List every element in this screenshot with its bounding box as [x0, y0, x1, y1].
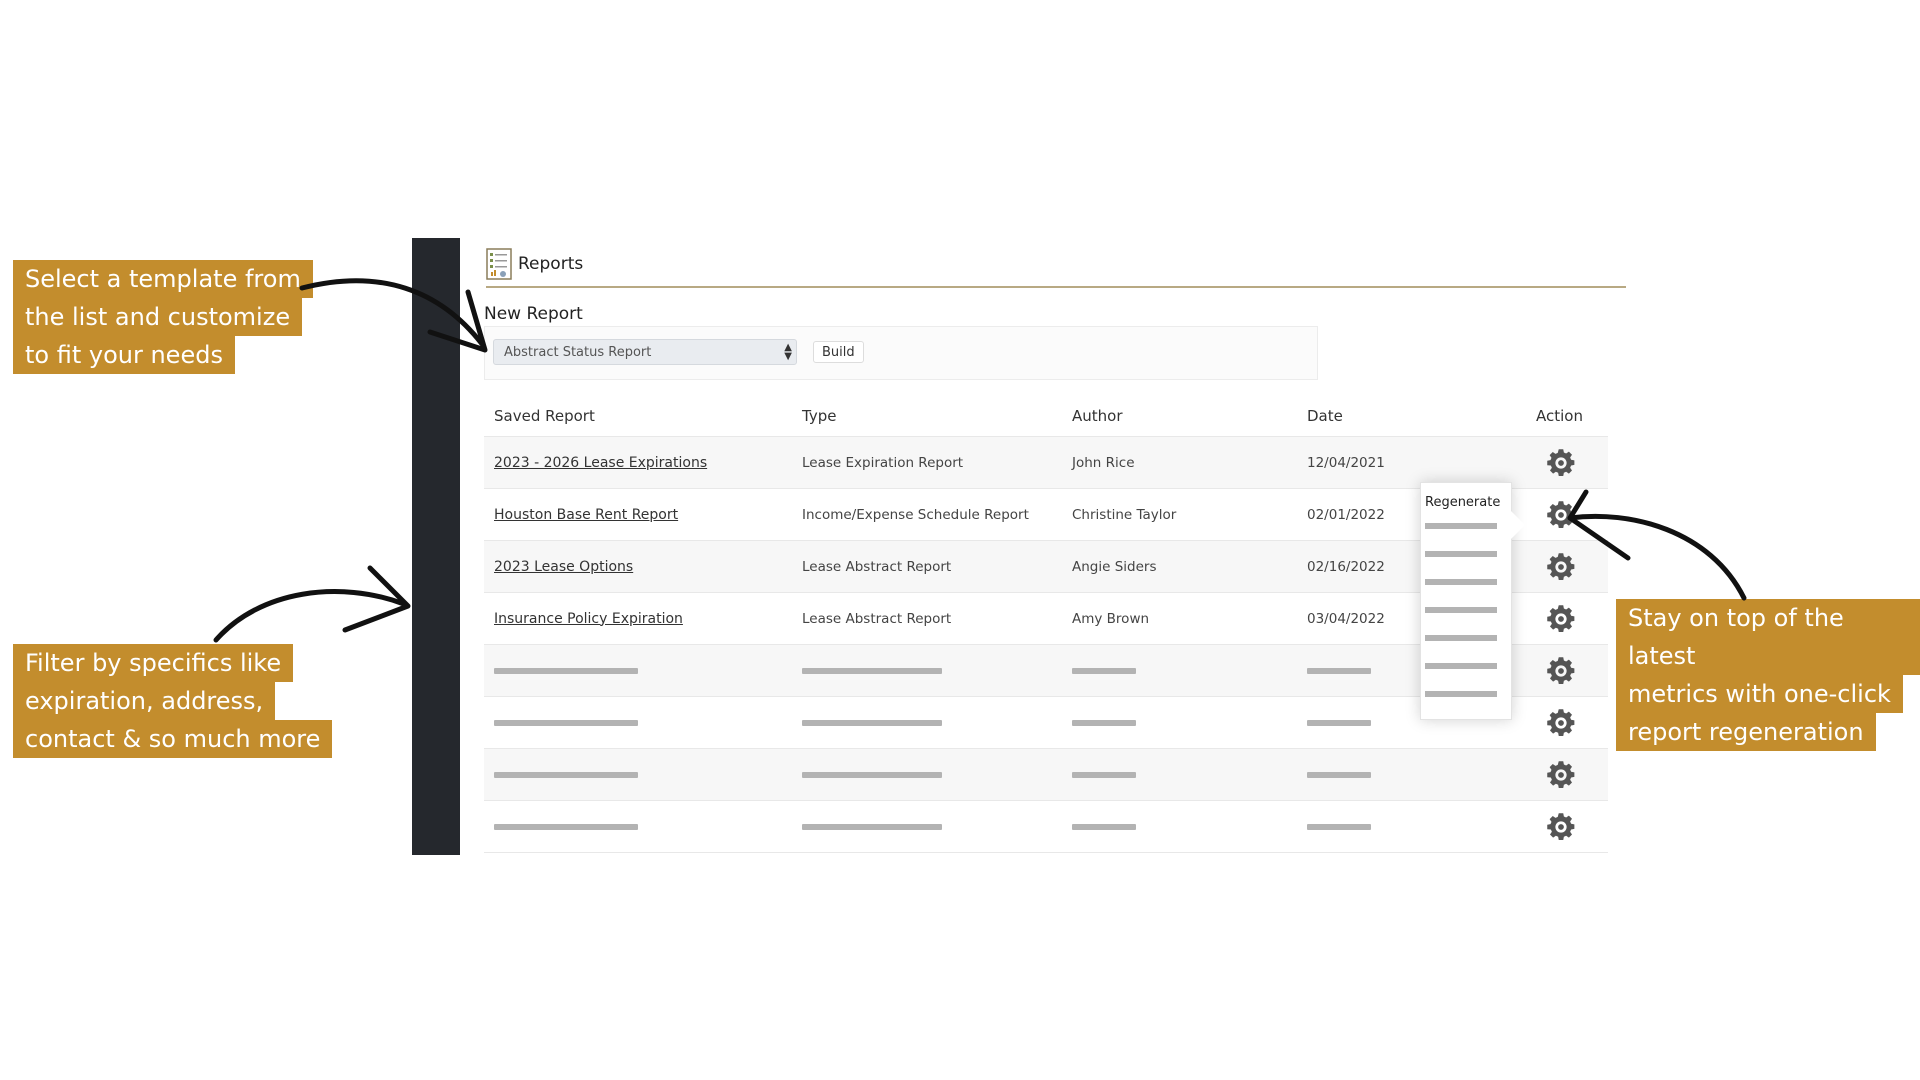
placeholder-bar [1307, 719, 1371, 726]
gear-icon[interactable] [1546, 448, 1576, 478]
report-name-link[interactable]: 2023 Lease Options [494, 559, 633, 575]
menu-item-placeholder[interactable] [1425, 691, 1497, 697]
report-type: Income/Expense Schedule Report [802, 506, 1029, 523]
callout-line: Select a template from [13, 260, 313, 298]
placeholder-bar [1072, 823, 1136, 830]
report-author: John Rice [1072, 454, 1135, 471]
callout-line: the list and customize [13, 298, 303, 336]
placeholder-bar [1307, 823, 1371, 830]
placeholder-bar [802, 719, 942, 726]
gear-icon[interactable] [1546, 760, 1576, 790]
callout-line: metrics with one-click [1616, 675, 1903, 713]
placeholder-bar [494, 823, 638, 830]
placeholder-bar [802, 667, 942, 674]
select-arrows-icon: ▲ ▼ [784, 342, 792, 362]
action-menu-popup: Regenerate [1420, 482, 1525, 720]
gear-icon[interactable] [1546, 812, 1576, 842]
report-name-link[interactable]: 2023 - 2026 Lease Expirations [494, 455, 707, 471]
placeholder-bar [494, 771, 638, 778]
callout-template: Select a template from the list and cust… [13, 260, 313, 374]
menu-item-placeholder[interactable] [1425, 663, 1497, 669]
callout-line: Filter by specifics like [13, 644, 294, 682]
placeholder-bar [1072, 667, 1136, 674]
placeholder-bar [1072, 771, 1136, 778]
report-type: Lease Expiration Report [802, 454, 964, 471]
regenerate-menu-item[interactable]: Regenerate [1425, 495, 1500, 510]
callout-line: report regeneration [1616, 713, 1876, 751]
report-type: Lease Abstract Report [802, 558, 952, 575]
callout-line: Stay on top of the latest [1616, 599, 1920, 675]
placeholder-row [484, 801, 1608, 853]
build-button[interactable]: Build [813, 341, 864, 363]
report-author: Christine Taylor [1072, 506, 1177, 523]
page-title: Reports [518, 254, 584, 274]
marketing-screenshot: Reports New Report Abstract Status Repor… [0, 0, 1920, 1080]
gear-icon[interactable] [1546, 604, 1576, 634]
report-name-link[interactable]: Insurance Policy Expiration [494, 611, 683, 627]
placeholder-bar [494, 719, 638, 726]
report-date: 02/16/2022 [1307, 558, 1385, 575]
header-divider [486, 286, 1626, 288]
callout-line: to fit your needs [13, 336, 235, 374]
callout-filter: Filter by specifics like expiration, add… [13, 644, 333, 758]
report-date: 02/01/2022 [1307, 506, 1385, 523]
reports-header: Reports [486, 248, 583, 280]
menu-item-placeholder[interactable] [1425, 607, 1497, 613]
callout-line: expiration, address, [13, 682, 276, 720]
column-header-action: Action [1536, 407, 1583, 425]
table-header-row: Saved Report Type Author Date Action [484, 396, 1608, 437]
placeholder-bar [802, 823, 942, 830]
report-type: Lease Abstract Report [802, 610, 952, 627]
placeholder-bar [802, 771, 942, 778]
sidebar [412, 238, 460, 855]
placeholder-bar [1072, 719, 1136, 726]
column-header-author: Author [1072, 407, 1123, 425]
placeholder-bar [494, 667, 638, 674]
callout-regenerate: Stay on top of the latest metrics with o… [1616, 599, 1920, 751]
column-header-saved-report: Saved Report [494, 407, 595, 425]
report-author: Amy Brown [1072, 610, 1150, 627]
gear-icon[interactable] [1546, 656, 1576, 686]
report-date: 12/04/2021 [1307, 454, 1385, 471]
report-name-link[interactable]: Houston Base Rent Report [494, 507, 678, 523]
placeholder-row [484, 749, 1608, 801]
template-select[interactable]: Abstract Status Report ▲ ▼ [493, 339, 797, 365]
new-report-form: Abstract Status Report ▲ ▼ Build [484, 326, 1318, 380]
menu-item-placeholder[interactable] [1425, 635, 1497, 641]
report-document-icon [486, 248, 512, 280]
placeholder-bar [1307, 667, 1371, 674]
menu-item-placeholder[interactable] [1425, 579, 1497, 585]
gear-icon[interactable] [1546, 500, 1576, 530]
new-report-label: New Report [484, 304, 583, 324]
column-header-type: Type [802, 407, 837, 425]
report-date: 03/04/2022 [1307, 610, 1385, 627]
menu-item-placeholder[interactable] [1425, 523, 1497, 529]
gear-icon[interactable] [1546, 552, 1576, 582]
template-select-value: Abstract Status Report [504, 344, 652, 360]
callout-line: contact & so much more [13, 720, 333, 758]
menu-item-placeholder[interactable] [1425, 551, 1497, 557]
column-header-date: Date [1307, 407, 1343, 425]
gear-icon[interactable] [1546, 708, 1576, 738]
arrow-filter [213, 589, 407, 643]
report-author: Angie Siders [1072, 558, 1157, 575]
placeholder-bar [1307, 771, 1371, 778]
